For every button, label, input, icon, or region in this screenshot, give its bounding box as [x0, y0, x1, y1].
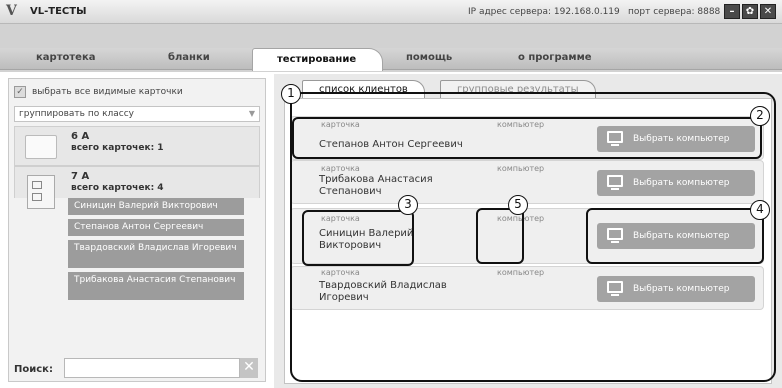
main-tab-strip: [0, 48, 782, 70]
callout-number: 2: [750, 106, 770, 126]
callout-number: 5: [508, 195, 528, 215]
search-input[interactable]: [64, 358, 240, 378]
grouping-select[interactable]: группировать по классу ▼: [14, 106, 260, 122]
class-name: 6 А: [71, 131, 90, 142]
class-name: 7 А: [71, 171, 90, 182]
select-all-label: выбрать все видимые карточки: [32, 87, 183, 97]
cards-icon: [27, 175, 55, 209]
class-item-6a[interactable]: 6 А всего карточек: 1: [14, 126, 260, 166]
tab-help[interactable]: помощь: [406, 52, 452, 63]
tab-testirovanie[interactable]: тестирование: [252, 48, 384, 71]
server-port-label: порт сервера: 8888: [628, 7, 721, 17]
select-all-toggle[interactable]: ✓ выбрать все видимые карточки: [14, 86, 183, 98]
folder-icon: [25, 135, 57, 159]
close-window-button[interactable]: ✕: [760, 4, 776, 19]
callout-frame-button: [586, 208, 764, 264]
callout-number: 3: [398, 195, 418, 215]
callout-frame-row: [292, 117, 762, 159]
title-bar: V VL-ТЕСТЫ IP адрес сервера: 192.168.0.1…: [0, 0, 782, 24]
student-item[interactable]: Синицин Валерий Викторович: [68, 198, 244, 215]
chevron-down-icon: ▼: [248, 109, 255, 118]
app-logo-icon: V: [6, 3, 17, 19]
callout-frame-card: [302, 210, 414, 266]
class-card-count: всего карточек: 1: [71, 143, 164, 153]
minimize-button[interactable]: –: [724, 4, 740, 19]
student-item[interactable]: Трибакова Анастасия Степанович: [68, 272, 244, 300]
app-title: VL-ТЕСТЫ: [30, 6, 87, 17]
tab-blanki[interactable]: бланки: [168, 52, 210, 63]
tab-about[interactable]: о программе: [518, 52, 592, 63]
student-item[interactable]: Степанов Антон Сергеевич: [68, 219, 244, 236]
settings-button[interactable]: ✿: [742, 4, 758, 19]
grouping-value: группировать по классу: [19, 109, 135, 119]
tab-kartoteka[interactable]: картотека: [36, 52, 95, 63]
class-card-count: всего карточек: 4: [71, 183, 164, 193]
callout-number: 1: [281, 84, 301, 104]
callout-number: 4: [750, 200, 770, 220]
class-item-7a[interactable]: 7 А всего карточек: 4: [14, 166, 260, 209]
callout-frame-computer: [476, 208, 524, 264]
server-ip-label: IP адрес сервера: 192.168.0.119: [468, 7, 620, 17]
select-all-checkbox[interactable]: ✓: [14, 86, 26, 98]
student-item[interactable]: Твардовский Владислав Игоревич: [68, 240, 244, 268]
search-label: Поиск:: [14, 364, 53, 375]
clear-search-button[interactable]: ✕: [240, 358, 258, 378]
